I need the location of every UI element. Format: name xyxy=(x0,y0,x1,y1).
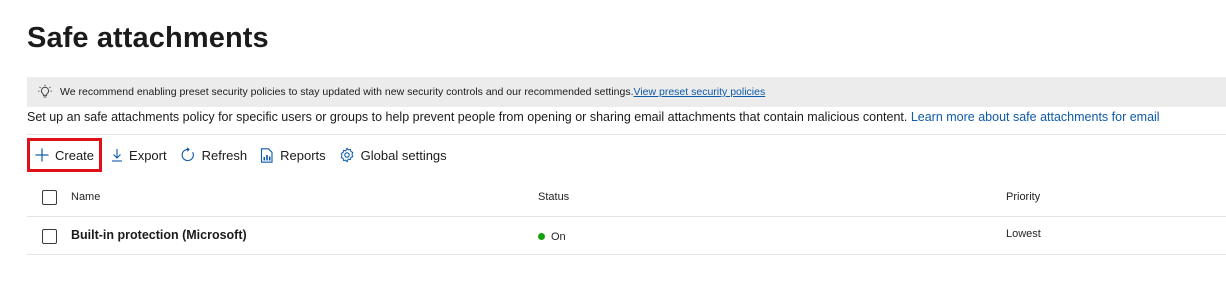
global-settings-label: Global settings xyxy=(360,147,447,163)
create-label: Create xyxy=(55,147,95,163)
select-all-checkbox[interactable] xyxy=(42,190,57,205)
lightbulb-icon xyxy=(37,84,53,100)
page-title: Safe attachments xyxy=(27,22,269,54)
export-label: Export xyxy=(129,147,167,163)
export-button[interactable]: Export xyxy=(111,139,167,171)
policy-status: On xyxy=(538,231,566,243)
row-checkbox[interactable] xyxy=(42,229,57,244)
plus-icon xyxy=(35,148,49,162)
policy-name[interactable]: Built-in protection (Microsoft) xyxy=(71,228,247,242)
column-header-name[interactable]: Name xyxy=(71,191,100,203)
policies-table: Name Status Priority Built-in protection… xyxy=(27,180,1226,255)
learn-more-link[interactable]: Learn more about safe attachments for em… xyxy=(911,110,1160,124)
reports-label: Reports xyxy=(280,147,326,163)
global-settings-button[interactable]: Global settings xyxy=(339,139,447,171)
command-bar: Create Export Refresh Reports Global set… xyxy=(27,138,447,172)
create-button[interactable]: Create xyxy=(27,138,103,172)
status-on-dot-icon xyxy=(538,232,545,240)
policy-priority: Lowest xyxy=(1006,228,1041,240)
gear-icon xyxy=(339,147,355,163)
reports-button[interactable]: Reports xyxy=(260,139,326,171)
report-icon xyxy=(260,147,274,163)
table-row[interactable]: Built-in protection (Microsoft) On Lowes… xyxy=(27,217,1226,255)
refresh-icon xyxy=(180,147,196,163)
divider xyxy=(27,134,1226,135)
column-header-status[interactable]: Status xyxy=(538,191,569,203)
download-icon xyxy=(111,148,123,162)
status-text: On xyxy=(551,231,566,243)
column-header-priority[interactable]: Priority xyxy=(1006,191,1040,203)
recommendation-banner: We recommend enabling preset security po… xyxy=(27,77,1226,107)
table-header-row: Name Status Priority xyxy=(27,180,1226,217)
page-description: Set up an safe attachments policy for sp… xyxy=(27,110,1160,124)
view-preset-policies-link[interactable]: View preset security policies xyxy=(634,86,766,98)
refresh-label: Refresh xyxy=(201,147,248,163)
description-text: Set up an safe attachments policy for sp… xyxy=(27,110,911,124)
page: Safe attachments We recommend enabling p… xyxy=(0,0,1226,304)
refresh-button[interactable]: Refresh xyxy=(180,139,248,171)
banner-text: We recommend enabling preset security po… xyxy=(60,86,634,98)
